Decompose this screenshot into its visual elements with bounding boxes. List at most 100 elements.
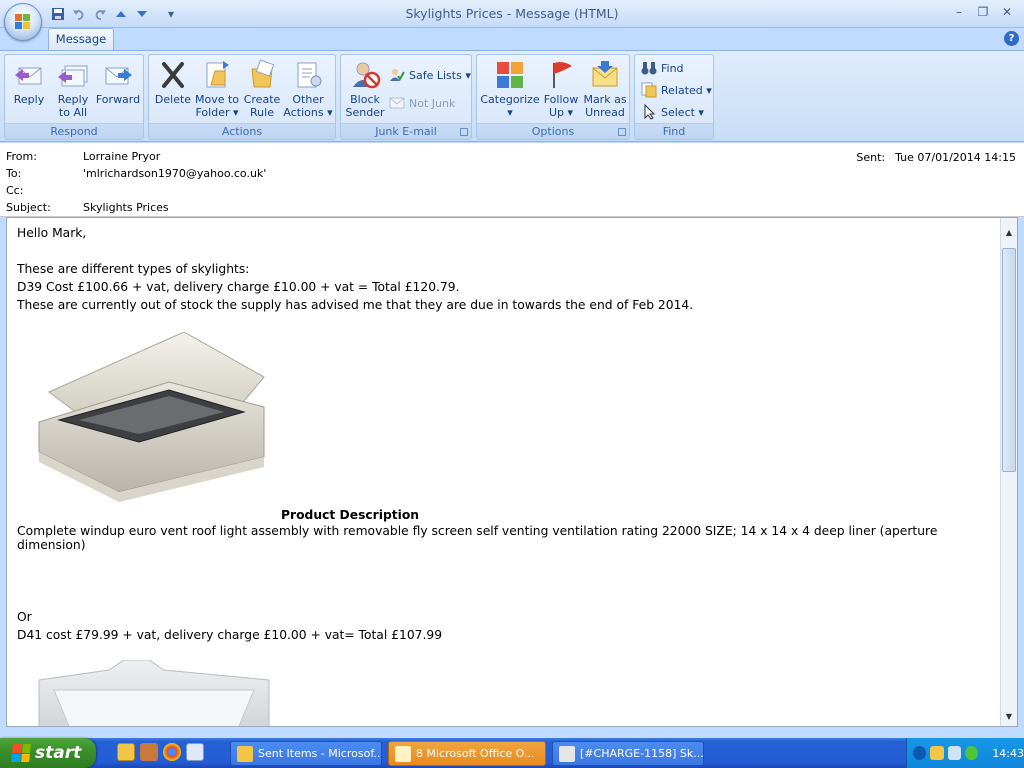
to-row: To: 'mlrichardson1970@yahoo.co.uk' [6, 167, 266, 183]
office-logo-icon [15, 14, 31, 30]
create-rule-icon [246, 59, 278, 91]
block-sender-button[interactable]: Block Sender [343, 57, 387, 123]
find-button[interactable]: Find [641, 58, 684, 78]
outlook-quicklaunch-icon[interactable] [117, 743, 135, 761]
d41-skylight-image [17, 660, 997, 726]
related-button[interactable]: Related ▾ [641, 80, 712, 100]
help-icon[interactable]: ? [1004, 31, 1019, 46]
d39-price-line: D39 Cost £100.66 + vat, delivery charge … [17, 280, 460, 294]
group-junk-email: Block Sender Safe Lists ▾ Not Junk Junk … [340, 54, 472, 140]
ribbon: Reply Reply to All Forward Respond Delet… [0, 50, 1024, 142]
to-value[interactable]: 'mlrichardson1970@yahoo.co.uk' [83, 167, 266, 183]
sent-value: Tue 07/01/2014 14:15 [895, 151, 1016, 164]
related-icon [641, 82, 657, 98]
restore-button[interactable]: ❐ [974, 4, 992, 20]
minimize-button[interactable]: – [950, 4, 968, 20]
d39-skylight-image [17, 332, 997, 502]
tray-expand-icon[interactable] [913, 746, 927, 760]
move-to-folder-icon [201, 59, 233, 91]
scroll-thumb[interactable] [1002, 248, 1016, 472]
taskbar: start Sent Items - Microsof... 8 Microso… [0, 738, 1024, 768]
categorize-icon [494, 59, 526, 91]
office-button[interactable] [4, 3, 42, 41]
system-tray: 14:43 [906, 738, 1024, 768]
delete-icon [157, 59, 189, 91]
from-row: From: Lorraine Pryor [6, 150, 160, 166]
reply-all-icon [57, 59, 89, 91]
ticket-app-icon [559, 745, 575, 762]
close-button[interactable]: ✕ [998, 4, 1016, 20]
clock: 14:43 [992, 746, 1024, 760]
title-bar: ▾ Skylights Prices - Message (HTML) – ❐ … [0, 0, 1024, 28]
block-sender-icon [349, 59, 381, 91]
other-actions-button[interactable]: Other Actions ▾ [283, 57, 333, 123]
sent-label: Sent: [856, 151, 886, 164]
reply-icon [13, 59, 45, 91]
cc-label: Cc: [6, 184, 24, 197]
follow-up-flag-icon [545, 59, 577, 91]
or-line: Or [17, 610, 32, 624]
from-label: From: [6, 150, 37, 163]
delete-button[interactable]: Delete [153, 57, 193, 123]
stock-line: These are currently out of stock the sup… [17, 298, 694, 312]
group-label-actions: Actions [149, 123, 335, 139]
subject-value: Skylights Prices [83, 201, 169, 214]
chrome-icon[interactable] [163, 743, 181, 761]
create-rule-button[interactable]: Create Rule [241, 57, 283, 123]
intro-line: These are different types of skylights: [17, 262, 250, 276]
group-label-options: Options [477, 123, 629, 139]
message-content: Hello Mark, These are different types of… [17, 224, 997, 726]
mark-as-unread-icon [589, 59, 621, 91]
group-label-find: Find [635, 123, 713, 139]
move-to-folder-button[interactable]: Move to Folder ▾ [193, 57, 241, 123]
tray-status-icon[interactable] [964, 746, 979, 760]
scroll-down-icon[interactable]: ▼ [1002, 710, 1016, 724]
not-junk-button: Not Junk [389, 93, 455, 113]
forward-icon [102, 59, 134, 91]
options-launcher-icon[interactable] [618, 128, 626, 136]
group-actions: Delete Move to Folder ▾ Create Rule Othe… [148, 54, 336, 140]
reply-button[interactable]: Reply [9, 57, 49, 123]
sent-row: Sent: Tue 07/01/2014 14:15 [856, 151, 1016, 164]
quick-launch [117, 743, 204, 761]
scroll-up-icon[interactable]: ▲ [1002, 226, 1016, 240]
forward-button[interactable]: Forward [95, 57, 141, 123]
junk-email-launcher-icon[interactable] [460, 128, 468, 136]
select-button[interactable]: Select ▾ [641, 102, 704, 122]
other-actions-icon [292, 59, 324, 91]
mark-as-unread-button[interactable]: Mark as Unread [581, 57, 629, 123]
product-description: Complete windup euro vent roof light ass… [17, 524, 938, 552]
window-title: Skylights Prices - Message (HTML) [405, 6, 619, 21]
outlook-icon [237, 745, 253, 762]
message-header: From: Lorraine Pryor To: 'mlrichardson19… [0, 143, 1024, 217]
cc-row: Cc: [6, 184, 83, 200]
group-label-respond: Respond [5, 123, 143, 139]
vertical-scrollbar[interactable]: ▲ ▼ [1000, 218, 1017, 726]
safe-lists-button[interactable]: Safe Lists ▾ [389, 65, 471, 85]
app-quicklaunch-icon[interactable] [140, 743, 158, 761]
reply-all-button[interactable]: Reply to All [53, 57, 93, 123]
task-microsoft-office-outlook[interactable]: 8 Microsoft Office O... [388, 741, 546, 766]
group-options: Categorize ▾ Follow Up ▾ Mark as Unread … [476, 54, 630, 140]
start-button[interactable]: start [0, 738, 96, 768]
categorize-button[interactable]: Categorize ▾ [479, 57, 541, 123]
to-label: To: [6, 167, 22, 180]
follow-up-button[interactable]: Follow Up ▾ [541, 57, 581, 123]
message-body[interactable]: Hello Mark, These are different types of… [6, 217, 1018, 727]
from-value[interactable]: Lorraine Pryor [83, 150, 160, 166]
group-find: Find Related ▾ Select ▾ Find [634, 54, 714, 140]
group-label-junk-email: Junk E-mail [341, 123, 471, 139]
task-charge-1158[interactable]: [#CHARGE-1158] Sk... [552, 741, 704, 766]
greeting: Hello Mark, [17, 226, 87, 240]
outlook-icon [395, 745, 411, 762]
binoculars-icon [641, 60, 657, 76]
task-sent-items[interactable]: Sent Items - Microsof... [230, 741, 382, 766]
tray-outlook-icon[interactable] [930, 746, 944, 760]
subject-row: Subject: Skylights Prices [6, 201, 169, 217]
d41-price-line: D41 cost £79.99 + vat, delivery charge £… [17, 628, 443, 642]
browser-icon[interactable] [186, 743, 204, 761]
tray-network-icon[interactable] [947, 746, 961, 760]
tab-message[interactable]: Message [48, 28, 114, 50]
subject-label: Subject: [6, 201, 51, 214]
windows-flag-icon [11, 744, 31, 762]
